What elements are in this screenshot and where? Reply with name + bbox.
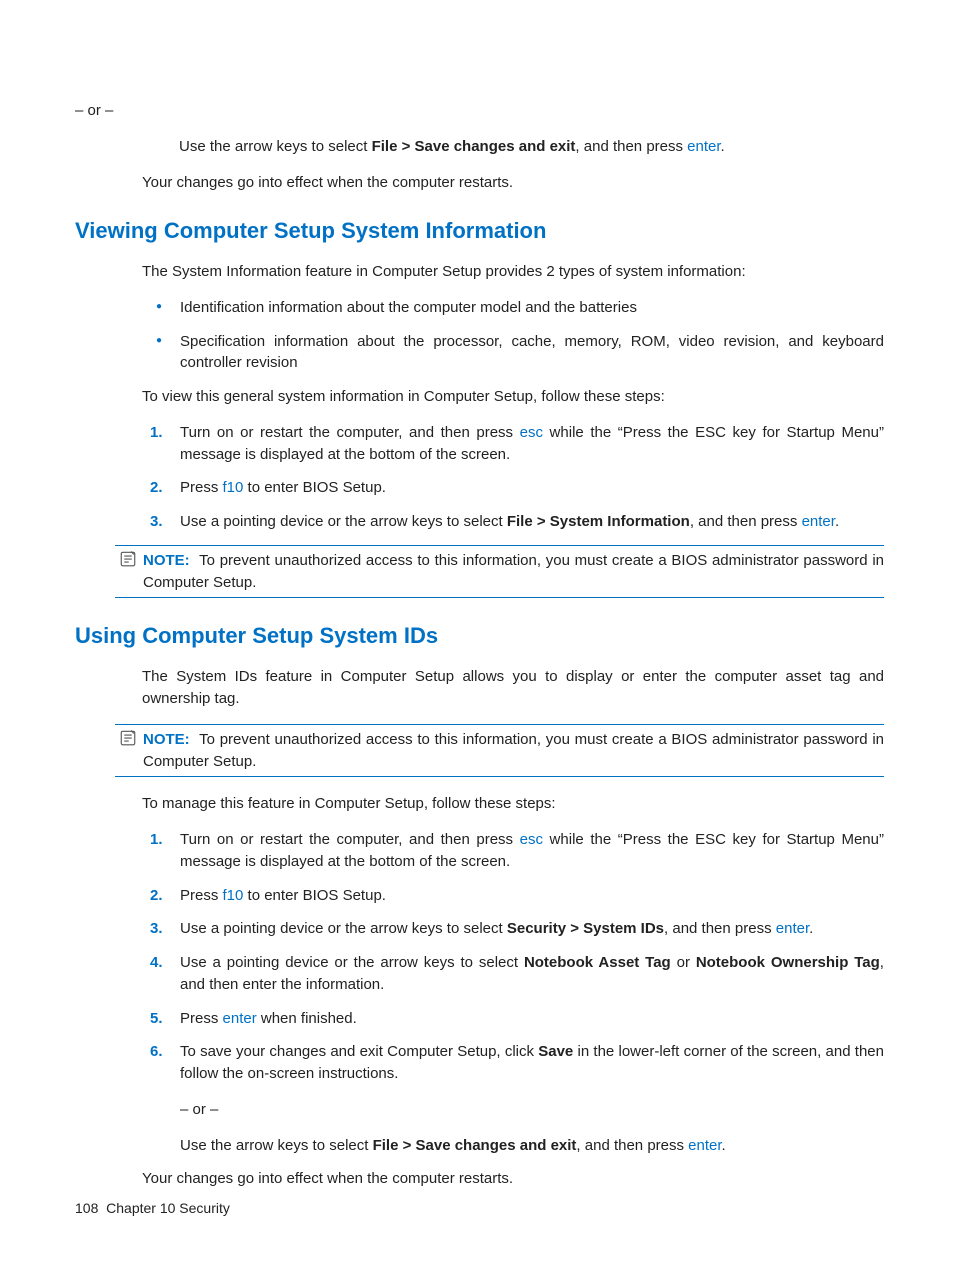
- note-text: To prevent unauthorized access to this i…: [143, 552, 884, 591]
- key-enter: enter: [776, 920, 809, 937]
- note-box-sysids: NOTE: To prevent unauthorized access to …: [115, 724, 884, 778]
- page-content: – or – Use the arrow keys to select File…: [0, 0, 954, 1190]
- note-icon: [119, 729, 137, 747]
- chapter-label: Chapter 10 Security: [106, 1200, 230, 1216]
- key-esc: esc: [520, 424, 543, 441]
- note-text: To prevent unauthorized access to this i…: [143, 731, 884, 770]
- instruction-save-exit: Use the arrow keys to select File > Save…: [179, 136, 884, 158]
- key-f10: f10: [223, 479, 244, 496]
- key-enter: enter: [687, 138, 720, 155]
- note-label: NOTE:: [143, 731, 190, 748]
- heading-using-sysids: Using Computer Setup System IDs: [75, 620, 884, 652]
- step-select-security-sysids: Use a pointing device or the arrow keys …: [142, 918, 884, 940]
- key-enter: enter: [688, 1137, 721, 1154]
- sysinfo-steps: Turn on or restart the computer, and the…: [75, 422, 884, 533]
- note-icon: [119, 550, 137, 568]
- step-turn-on: Turn on or restart the computer, and the…: [142, 422, 884, 466]
- key-esc: esc: [520, 831, 543, 848]
- sysinfo-intro: The System Information feature in Comput…: [142, 261, 884, 283]
- sysids-intro: The System IDs feature in Computer Setup…: [142, 666, 884, 710]
- or-separator: – or –: [75, 100, 884, 122]
- step-turn-on: Turn on or restart the computer, and the…: [142, 829, 884, 873]
- page-footer: 108 Chapter 10 Security: [75, 1198, 230, 1218]
- key-enter: enter: [223, 1010, 257, 1027]
- key-f10: f10: [223, 887, 244, 904]
- key-enter: enter: [802, 513, 835, 530]
- heading-viewing-sysinfo: Viewing Computer Setup System Informatio…: [75, 215, 884, 247]
- sysids-steps: Turn on or restart the computer, and the…: [75, 829, 884, 1156]
- sysinfo-types-list: Identification information about the com…: [75, 297, 884, 374]
- or-separator: – or –: [180, 1099, 884, 1121]
- page-number: 108: [75, 1200, 98, 1216]
- sysinfo-follow: To view this general system information …: [142, 386, 884, 408]
- bullet-identification: Identification information about the com…: [142, 297, 884, 319]
- step-save-exit: To save your changes and exit Computer S…: [142, 1041, 884, 1156]
- step-select-file-sysinfo: Use a pointing device or the arrow keys …: [142, 511, 884, 533]
- sysids-follow: To manage this feature in Computer Setup…: [142, 793, 884, 815]
- restart-note: Your changes go into effect when the com…: [142, 1168, 884, 1190]
- step-select-tag: Use a pointing device or the arrow keys …: [142, 952, 884, 996]
- note-label: NOTE:: [143, 552, 190, 569]
- step-press-f10: Press f10 to enter BIOS Setup.: [142, 477, 884, 499]
- restart-note: Your changes go into effect when the com…: [142, 172, 884, 194]
- step-press-enter-finish: Press enter when finished.: [142, 1008, 884, 1030]
- step-press-f10: Press f10 to enter BIOS Setup.: [142, 885, 884, 907]
- note-box-sysinfo: NOTE: To prevent unauthorized access to …: [115, 545, 884, 599]
- bullet-specification: Specification information about the proc…: [142, 331, 884, 375]
